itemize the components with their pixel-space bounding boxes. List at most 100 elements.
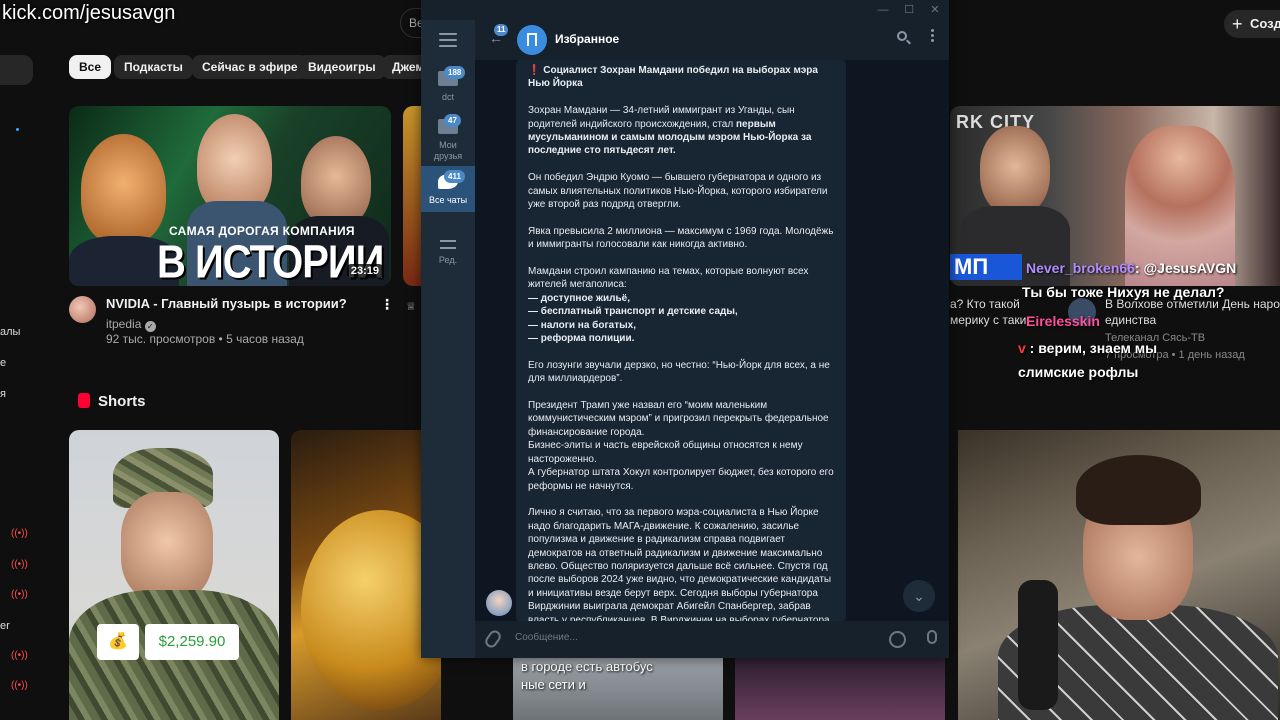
compose-bar: Сообщение...: [475, 621, 949, 658]
chip-live[interactable]: Сейчас в эфире: [192, 55, 308, 79]
shorts-heading-text: Shorts: [98, 393, 146, 410]
emoji-icon[interactable]: [889, 631, 906, 648]
folder-label: Все чаты: [428, 195, 468, 205]
minimize-icon[interactable]: —: [873, 2, 893, 18]
short-thumbnail[interactable]: в городе есть автобус ные сети и: [513, 658, 723, 720]
sidebar-item-label[interactable]: е: [0, 357, 6, 369]
sliders-icon: [440, 247, 456, 249]
chat-username: Never_broken66: [1026, 260, 1135, 276]
shorts-heading: Shorts: [78, 393, 146, 410]
chat-title[interactable]: Избранное: [555, 32, 619, 46]
sidebar-dot: [16, 128, 19, 131]
video-title[interactable]: а? Кто такой: [950, 297, 1020, 311]
sidebar-item-label[interactable]: er: [0, 620, 10, 632]
video-title[interactable]: мерику с таки: [950, 313, 1026, 327]
thumb-person: [980, 126, 1050, 216]
message-paragraph: Мамдани строил кампанию на темах, которы…: [528, 266, 809, 291]
message-input[interactable]: Сообщение...: [515, 632, 578, 643]
video-meta: 92 тыс. просмотров • 5 часов назад: [106, 332, 304, 346]
create-label: Созд: [1250, 16, 1280, 31]
create-button[interactable]: + Созд: [1224, 10, 1280, 38]
message-paragraph: Явка превысила 2 миллиона — максимум с 1…: [528, 225, 834, 251]
thumb-caption-large: В ИСТОРИИ: [157, 237, 384, 286]
menu-icon[interactable]: [439, 33, 457, 47]
message-area[interactable]: ❗ Социалист Зохран Мамдани победил на вы…: [475, 60, 949, 621]
live-icon: ((•)): [11, 559, 28, 570]
thumb-person: [197, 114, 272, 214]
message-paragraph: А губернатор штата Хокул контролирует бю…: [528, 467, 834, 492]
scroll-down-button[interactable]: ⌄: [903, 580, 935, 612]
short-caption: ные сети и: [521, 677, 586, 692]
stream-chat-message: v : верим, знаем мы: [1018, 340, 1157, 356]
video-title[interactable]: NVIDIA - Главный пузырь в истории?: [106, 296, 347, 311]
live-icon: ((•)): [11, 680, 28, 691]
saved-messages-avatar[interactable]: [517, 25, 547, 55]
video-thumbnail[interactable]: САМАЯ ДОРОГАЯ КОМПАНИЯ В ИСТОРИИ 23:19: [69, 106, 391, 286]
folder-sidebar: 188 dct 47 Мои друзья 411 Все чаты Ред.: [421, 20, 475, 658]
message-paragraph: Бизнес-элиты и часть еврейской общины от…: [528, 440, 803, 465]
search-icon[interactable]: [897, 31, 911, 45]
short-face: [121, 492, 213, 602]
video-title[interactable]: единства: [1105, 313, 1156, 327]
stream-chat-message: слимские рофлы: [1018, 364, 1139, 380]
bookmark-icon: [527, 33, 537, 50]
thumb-caption: САМАЯ ДОРОГАЯ КОМПАНИЯ: [169, 224, 355, 238]
message-paragraph: Он победил Эндрю Куомо — бывшего губерна…: [528, 172, 828, 211]
edit-folders-button[interactable]: Ред.: [421, 240, 475, 265]
streamer-webcam: [958, 430, 1280, 720]
donation-amount: $2,259.90: [145, 624, 239, 660]
video-thumbnail[interactable]: [403, 106, 421, 286]
short-caption: в городе есть автобус: [521, 659, 653, 674]
folder-label: Мои друзья: [433, 140, 463, 161]
message-paragraph: Его лозунги звучали дерзко, но честно: “…: [528, 359, 830, 385]
plus-icon: +: [1232, 14, 1243, 34]
stream-chat-message: Never_broken66: @JesusAVGN: [1026, 260, 1236, 276]
folder-all-chats[interactable]: 411 Все чаты: [421, 166, 475, 212]
close-icon[interactable]: ✕: [925, 2, 945, 18]
folder-dct[interactable]: 188 dct: [421, 66, 475, 106]
live-icon: ((•)): [11, 589, 28, 600]
channel-name[interactable]: itpedia ✓: [106, 317, 156, 332]
message-bubble[interactable]: ❗ Социалист Зохран Мамдани победил на вы…: [516, 60, 846, 621]
message-list-item: — налоги на богатых,: [528, 319, 636, 331]
sidebar-item-home[interactable]: [0, 55, 33, 85]
chip-all[interactable]: Все: [69, 55, 112, 79]
telegram-window: — ☐ ✕ 188 dct 47 Мои друзья 411 Все чаты…: [421, 0, 949, 658]
more-options-icon[interactable]: [931, 29, 935, 44]
short-thumbnail[interactable]: [735, 658, 945, 720]
short-thumbnail[interactable]: [69, 430, 279, 720]
thumb-person: [81, 134, 166, 244]
chat-header: ← 11 Избранное: [475, 20, 949, 60]
short-thumbnail[interactable]: [291, 430, 441, 720]
chat-username: v: [1018, 340, 1026, 356]
folder-my-friends[interactable]: 47 Мои друзья: [421, 114, 475, 162]
money-bag-icon: 💰: [97, 624, 139, 660]
sliders-icon: [440, 240, 456, 242]
more-options-icon[interactable]: ⋮: [380, 296, 394, 313]
short-object: [301, 510, 441, 710]
attach-icon[interactable]: [482, 628, 504, 650]
folder-label: dct: [441, 92, 454, 102]
unread-badge: 188: [444, 66, 466, 79]
chip-videogames[interactable]: Видеоигры: [298, 55, 386, 79]
live-icon: ((•)): [11, 528, 28, 539]
duration-badge: 23:19: [346, 264, 383, 278]
channel-name-text: itpedia: [106, 317, 142, 331]
channel-avatar[interactable]: ♕: [406, 300, 421, 320]
thumb-person: [301, 136, 371, 226]
sidebar-item-label[interactable]: я: [0, 388, 6, 400]
chip-more[interactable]: Джем: [382, 55, 421, 79]
message-paragraph: Президент Трамп уже назвал его “моим мал…: [528, 400, 829, 438]
unread-badge: 47: [444, 114, 461, 127]
sidebar-item-label[interactable]: алы: [0, 326, 20, 338]
sender-avatar[interactable]: [486, 590, 512, 616]
window-titlebar: — ☐ ✕: [421, 0, 949, 20]
stream-chat-message: Ты бы тоже Нихуя не делал?: [1022, 284, 1225, 300]
maximize-icon[interactable]: ☐: [899, 2, 919, 18]
channel-avatar[interactable]: [69, 296, 96, 323]
chip-podcasts[interactable]: Подкасты: [114, 55, 193, 79]
thumb-caption: МП: [950, 254, 1022, 280]
microphone-icon[interactable]: [927, 630, 937, 644]
message-text: ❗ Социалист Зохран Мамдани победил на вы…: [528, 64, 836, 621]
message-headline: Социалист Зохран Мамдани победил на выбо…: [528, 65, 818, 90]
